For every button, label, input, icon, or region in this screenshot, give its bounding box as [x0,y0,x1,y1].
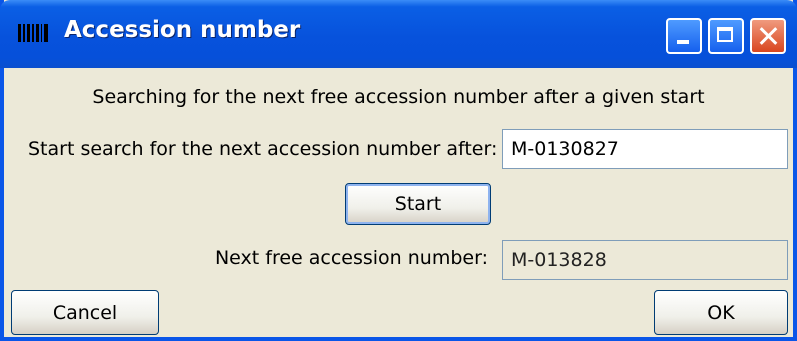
title-bar[interactable]: Accession number [0,0,797,68]
ok-button[interactable]: OK [654,290,788,335]
minimize-button[interactable] [666,18,702,54]
dialog-heading: Searching for the next free accession nu… [92,86,705,108]
close-button[interactable] [750,18,786,54]
window-title: Accession number [64,17,301,43]
barcode-icon [18,24,48,42]
cancel-button[interactable]: Cancel [11,290,159,335]
start-accession-input[interactable]: M-0130827 [502,129,788,169]
next-free-accession-field: M-013828 [502,240,788,280]
maximize-button[interactable] [708,18,744,54]
next-free-label: Next free accession number: [214,247,488,269]
start-button[interactable]: Start [345,183,491,225]
start-search-label: Start search for the next accession numb… [28,138,498,160]
accession-number-dialog: Accession number Searching for the next … [0,0,797,341]
